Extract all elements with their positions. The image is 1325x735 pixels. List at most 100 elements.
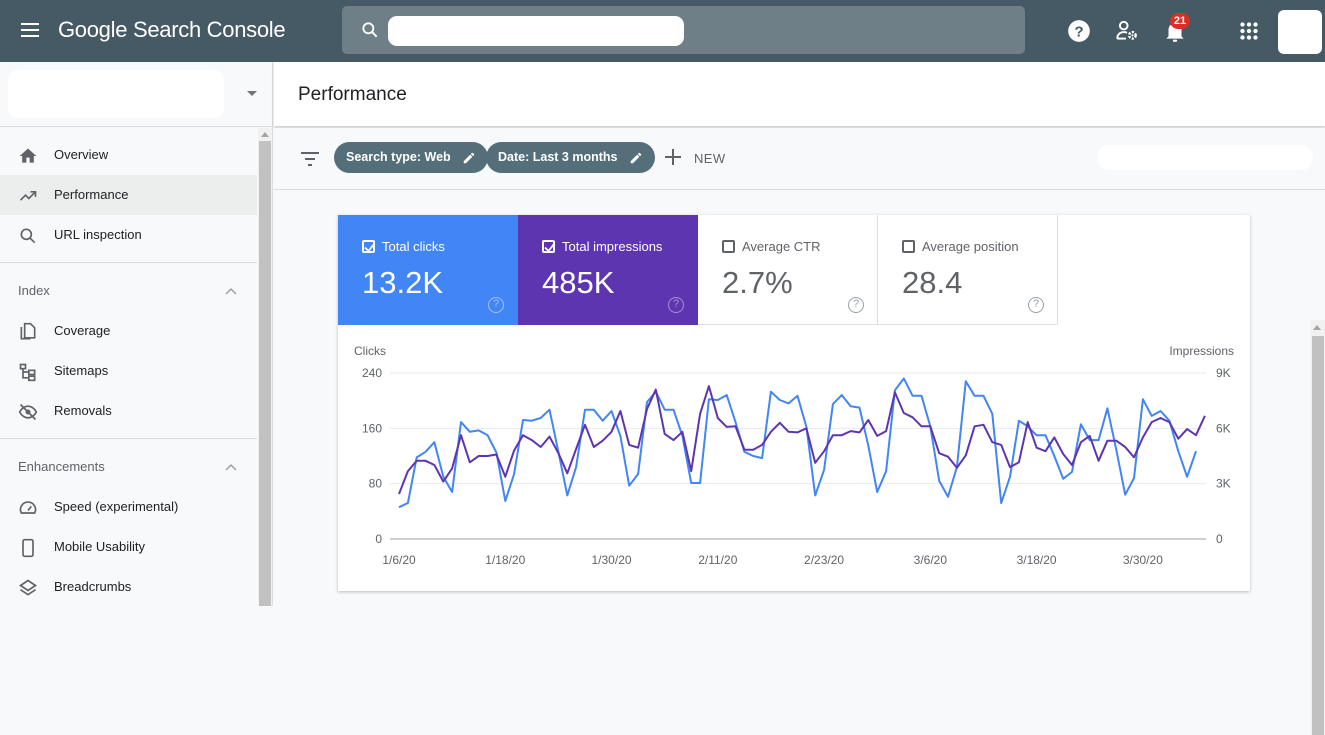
property-selector[interactable] xyxy=(8,70,224,118)
logo-product-text: Search Console xyxy=(132,17,286,42)
sidebar-item-label: Mobile Usability xyxy=(54,539,146,554)
content-area: Total clicks 13.2K ? Total impressions 4… xyxy=(274,191,1325,735)
account-avatar[interactable] xyxy=(1278,10,1322,54)
filter-chip-search-type[interactable]: Search type: Web xyxy=(334,142,489,173)
right-axis-tick-label: 0 xyxy=(1216,532,1223,546)
chevron-up-icon[interactable] xyxy=(224,462,238,472)
scroll-up-arrow-icon[interactable] xyxy=(261,132,269,137)
metric-value: 485K xyxy=(542,265,615,300)
sidebar-item-label: Coverage xyxy=(54,323,111,338)
sidebar-item-sitemaps[interactable]: Sitemaps xyxy=(0,351,257,391)
layers-icon xyxy=(18,579,38,596)
metric-label: Total impressions xyxy=(562,239,663,254)
right-axis-tick-label: 9K xyxy=(1216,366,1231,380)
help-icon[interactable]: ? xyxy=(1066,18,1092,44)
x-axis-tick-label: 1/6/20 xyxy=(382,553,416,567)
apps-grid-icon[interactable] xyxy=(1236,18,1262,44)
hamburger-menu-icon[interactable] xyxy=(18,19,42,43)
sidebar-item-removals[interactable]: Removals xyxy=(0,391,257,431)
metric-total-impressions[interactable]: Total impressions 485K ? xyxy=(518,215,698,325)
sidebar-item-label: Speed (experimental) xyxy=(54,499,179,514)
logo-google-text: Google xyxy=(58,17,128,42)
sidebar-item-speed[interactable]: Speed (experimental) xyxy=(0,487,257,527)
divider xyxy=(0,438,257,439)
performance-chart: Clicks Impressions 0 80 160 240 0 3K 6K 9K 1/6/2… xyxy=(338,335,1250,591)
x-axis-tick-label: 3/18/20 xyxy=(1017,553,1057,567)
performance-card: Total clicks 13.2K ? Total impressions 4… xyxy=(338,215,1250,591)
sidebar-item-overview[interactable]: Overview xyxy=(0,135,257,175)
plus-icon xyxy=(665,149,681,165)
main-scrollbar[interactable] xyxy=(1310,320,1325,735)
sidebar-item-coverage[interactable]: Coverage xyxy=(0,311,257,351)
checkbox-checked[interactable] xyxy=(362,240,375,253)
sidebar-item-label: Performance xyxy=(54,187,129,202)
right-axis-tick-label: 6K xyxy=(1216,421,1231,435)
chip-label: Date: Last 3 months xyxy=(498,150,618,164)
scroll-up-arrow-icon[interactable] xyxy=(1313,325,1321,330)
metric-average-ctr[interactable]: Average CTR 2.7% ? xyxy=(698,215,878,325)
sidebar-item-label: Removals xyxy=(54,403,112,418)
help-icon[interactable]: ? xyxy=(668,297,684,313)
phone-icon xyxy=(22,538,34,558)
x-axis-tick-label: 2/23/20 xyxy=(804,553,844,567)
left-axis-tick-label: 240 xyxy=(362,366,382,380)
trending-up-icon xyxy=(19,191,37,201)
section-header-index: Index xyxy=(18,283,50,298)
search-input[interactable] xyxy=(388,16,684,46)
x-axis-tick-label: 3/6/20 xyxy=(914,553,948,567)
sidebar-item-mobile-usability[interactable]: Mobile Usability xyxy=(0,527,257,567)
svg-text:?: ? xyxy=(1074,23,1083,40)
help-icon[interactable]: ? xyxy=(848,297,864,313)
help-icon[interactable]: ? xyxy=(1028,297,1044,313)
sidebar-item-label: Sitemaps xyxy=(54,363,109,378)
help-icon[interactable]: ? xyxy=(488,297,504,313)
sidebar-item-performance[interactable]: Performance xyxy=(0,175,257,215)
checkbox-checked[interactable] xyxy=(542,240,555,253)
search-icon xyxy=(20,228,36,244)
left-axis-tick-label: 0 xyxy=(375,532,382,546)
page-header: Performance xyxy=(274,62,1325,126)
coverage-icon xyxy=(20,322,36,340)
left-axis-title: Clicks xyxy=(354,344,386,358)
filter-chip-date[interactable]: Date: Last 3 months xyxy=(486,142,655,173)
edit-pencil-icon xyxy=(463,152,475,163)
metric-value: 13.2K xyxy=(362,265,444,300)
filter-bar: Search type: Web Date: Last 3 months NEW xyxy=(274,128,1325,190)
search-icon xyxy=(362,22,378,38)
home-icon xyxy=(19,148,37,163)
scrollbar-thumb[interactable] xyxy=(1312,336,1324,735)
chip-label: Search type: Web xyxy=(346,150,451,164)
sidebar-item-label: Breadcrumbs xyxy=(54,579,132,594)
user-settings-icon[interactable] xyxy=(1114,18,1140,44)
notification-count-badge: 21 xyxy=(1170,13,1190,29)
x-axis-tick-label: 1/30/20 xyxy=(592,553,632,567)
dropdown-caret-icon[interactable] xyxy=(247,91,257,96)
divider xyxy=(0,126,273,127)
x-axis-tick-label: 3/30/20 xyxy=(1123,553,1163,567)
divider xyxy=(0,262,257,263)
checkbox-unchecked[interactable] xyxy=(722,240,735,253)
search-box[interactable] xyxy=(342,6,1025,54)
metric-average-position[interactable]: Average position 28.4 ? xyxy=(878,215,1058,325)
scrollbar-thumb[interactable] xyxy=(259,141,271,606)
checkbox-unchecked[interactable] xyxy=(902,240,915,253)
sidebar-scrollbar[interactable] xyxy=(258,128,272,606)
sidebar: Overview Performance URL inspection Inde… xyxy=(0,62,273,606)
top-app-bar: Google Search Console ? 21 xyxy=(0,0,1325,62)
right-axis-title: Impressions xyxy=(1169,344,1234,358)
section-header-enhancements: Enhancements xyxy=(18,459,105,474)
sidebar-item-url-inspection[interactable]: URL inspection xyxy=(0,215,257,255)
filter-icon[interactable] xyxy=(300,150,320,168)
left-axis-tick-label: 160 xyxy=(362,421,382,435)
sidebar-item-label: URL inspection xyxy=(54,227,142,242)
metric-label: Average position xyxy=(922,239,1019,254)
filter-right-placeholder[interactable] xyxy=(1097,145,1313,170)
chevron-up-icon[interactable] xyxy=(224,286,238,296)
x-axis-tick-label: 2/11/20 xyxy=(698,553,737,567)
metric-total-clicks[interactable]: Total clicks 13.2K ? xyxy=(338,215,518,325)
sidebar-item-breadcrumbs[interactable]: Breadcrumbs xyxy=(0,567,257,607)
series-line-impressions[interactable] xyxy=(398,385,1206,495)
x-axis-tick-label: 1/18/20 xyxy=(485,553,525,567)
speedometer-icon xyxy=(19,501,37,514)
app-logo[interactable]: Google Search Console xyxy=(58,17,286,43)
